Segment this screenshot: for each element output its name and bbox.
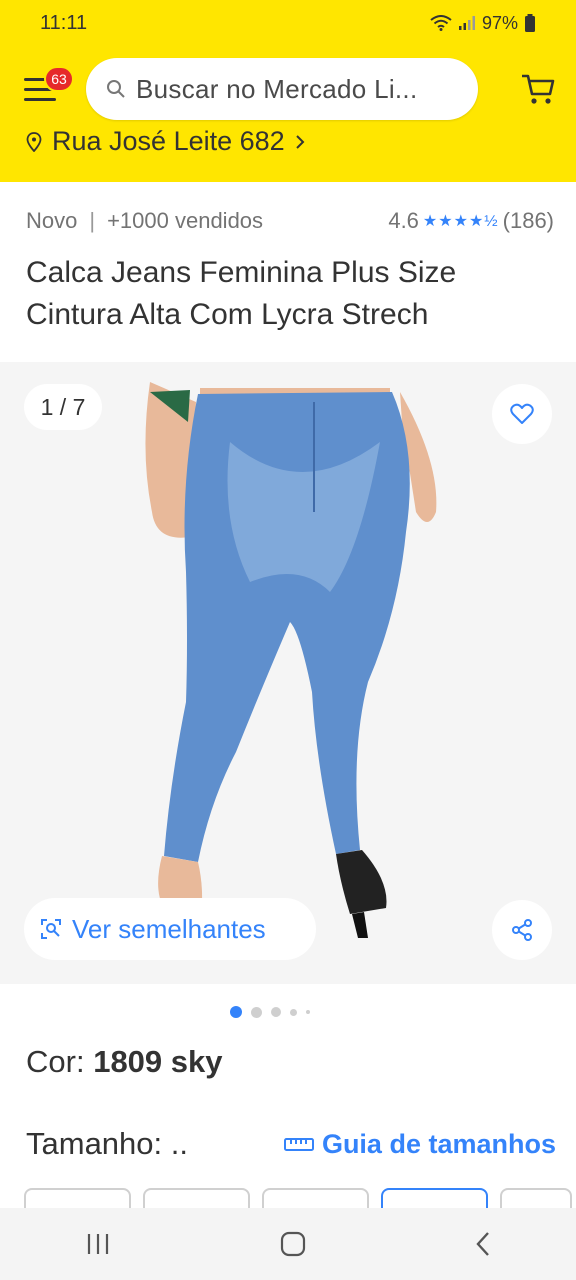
size-label: Tamanho: .. (26, 1126, 188, 1161)
menu-button[interactable]: 63 (24, 66, 74, 106)
carousel-dot (290, 1008, 297, 1016)
search-input[interactable]: Buscar no Mercado Li... (86, 58, 478, 120)
notification-badge: 63 (44, 66, 74, 92)
size-selector-header: Tamanho: .. Guia de tamanhos (26, 1126, 556, 1162)
app-header: 63 Buscar no Mercado Li... Rua José Leit… (0, 46, 576, 182)
favorite-button[interactable] (492, 384, 552, 444)
wifi-icon (430, 15, 452, 31)
carousel-dot (306, 1010, 310, 1014)
battery-percent: 97% (481, 12, 518, 33)
see-similar-label: Ver semelhantes (72, 913, 266, 944)
search-placeholder: Buscar no Mercado Li... (136, 73, 418, 104)
sold-count: +1000 vendidos (107, 208, 264, 233)
see-similar-button[interactable]: Ver semelhantes (24, 898, 316, 960)
home-icon[interactable] (280, 1231, 306, 1257)
status-bar: 11:11 97% (0, 0, 576, 46)
signal-icon (458, 16, 475, 30)
share-button[interactable] (492, 900, 552, 960)
product-gallery[interactable]: 1 / 7 Ver semelhantes (0, 362, 576, 984)
share-icon (512, 919, 532, 941)
heart-icon (510, 403, 534, 424)
status-time: 11:11 (40, 11, 88, 34)
product-meta: Novo | +1000 vendidos 4.6 ★★★★½ (186) (26, 208, 554, 234)
battery-icon (525, 14, 535, 32)
status-icons: 97% (430, 13, 536, 34)
rating-value: 4.6 (388, 208, 419, 233)
product-image (145, 382, 437, 938)
divider: | (89, 208, 96, 233)
carousel-indicator (230, 1006, 310, 1018)
back-icon[interactable] (475, 1231, 491, 1257)
condition-label: Novo (26, 208, 78, 233)
carousel-dot-active (230, 1006, 242, 1018)
rating[interactable]: 4.6 ★★★★½ (186) (388, 208, 554, 234)
color-selector: Cor: 1809 sky (26, 1044, 223, 1080)
star-rating-icon: ★★★★½ (422, 213, 499, 230)
visual-search-icon (41, 919, 61, 939)
size-guide-label: Guia de tamanhos (321, 1128, 556, 1159)
carousel-dot (251, 1006, 262, 1018)
cart-icon[interactable] (520, 72, 556, 106)
product-title: Calca Jeans Feminina Plus Size Cintura A… (26, 256, 457, 331)
recent-apps-icon[interactable] (85, 1232, 111, 1256)
size-guide-link[interactable]: Guia de tamanhos (283, 1128, 556, 1160)
carousel-dot (271, 1007, 281, 1017)
color-label: Cor: (26, 1044, 85, 1079)
address-selector[interactable]: Rua José Leite 682 (26, 126, 305, 157)
address-text: Rua José Leite 682 (52, 126, 285, 156)
ruler-icon (283, 1138, 314, 1151)
image-counter: 1 / 7 (24, 384, 102, 430)
system-nav-bar (0, 1208, 576, 1280)
search-icon (107, 80, 125, 98)
menu-icon-line (24, 98, 56, 101)
review-count: (186) (502, 208, 554, 233)
location-pin-icon (26, 131, 42, 152)
chevron-right-icon (295, 134, 305, 149)
color-value: 1809 sky (93, 1044, 223, 1079)
